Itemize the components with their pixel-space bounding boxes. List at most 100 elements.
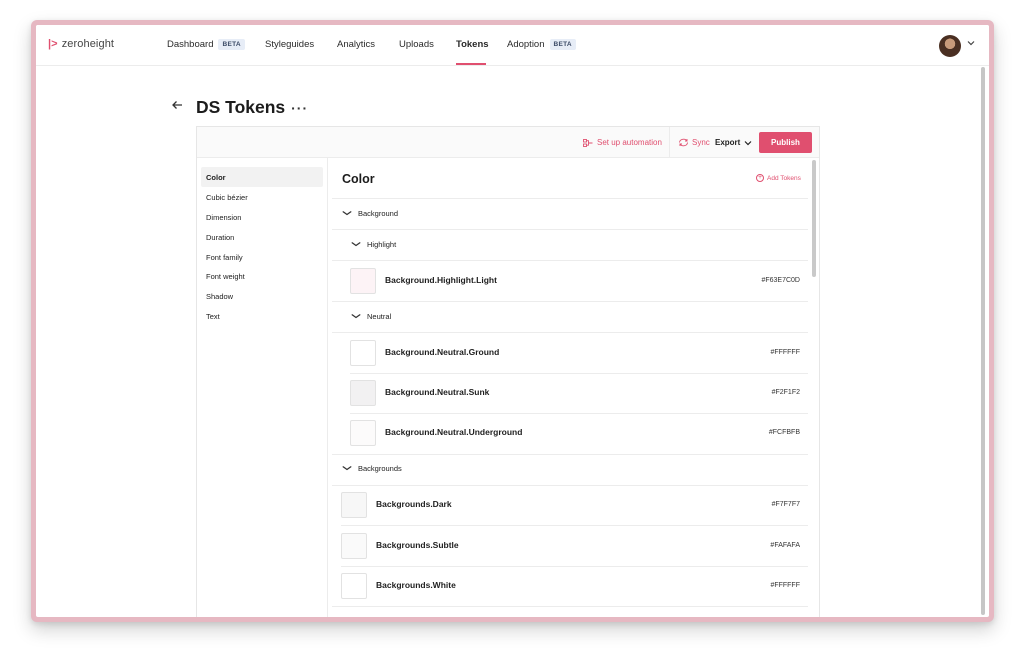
group-backgrounds[interactable]: Backgrounds — [341, 464, 402, 473]
token-type-sidebar: Color Cubic bézier Dimension Duration Fo… — [197, 158, 328, 617]
token-value: #F63E7C0D — [761, 277, 800, 284]
group-label: Background — [358, 209, 399, 218]
content-scrollbar[interactable] — [812, 160, 816, 277]
token-name: Background.Neutral.Underground — [385, 427, 523, 437]
sync-button[interactable]: Sync — [678, 138, 710, 147]
divider — [332, 301, 808, 302]
add-circle-icon: + — [756, 174, 764, 182]
nav-item-styleguides[interactable]: Styleguides — [265, 39, 314, 50]
nav-label: Styleguides — [265, 39, 315, 50]
group-label: Neutral — [367, 312, 392, 321]
token-value: #F7F7F7 — [771, 501, 800, 508]
beta-badge: BETA — [218, 39, 245, 50]
divider — [332, 198, 808, 199]
group-background[interactable]: Background — [341, 209, 399, 218]
back-arrow-icon[interactable] — [171, 99, 183, 114]
export-label: Export — [715, 138, 741, 147]
logo-mark-icon: |> — [48, 38, 58, 50]
nav-item-dashboard[interactable]: Dashboard BETA — [167, 39, 245, 50]
chevron-down-icon[interactable] — [967, 39, 975, 48]
color-tokens-content: Color + Add Tokens Background Highlight … — [328, 158, 819, 617]
color-swatch — [341, 492, 367, 518]
chevron-down-icon — [744, 140, 752, 145]
toolbar-divider — [669, 127, 670, 158]
avatar[interactable] — [939, 35, 961, 57]
token-value: #FAFAFA — [770, 542, 800, 549]
divider — [332, 229, 808, 230]
color-swatch — [341, 533, 367, 559]
sync-label: Sync — [692, 138, 710, 147]
token-name: Background.Neutral.Sunk — [385, 387, 490, 397]
sidebar-item-shadow[interactable]: Shadow — [201, 286, 323, 306]
group-label: Highlight — [367, 240, 397, 249]
color-swatch — [341, 573, 367, 599]
divider — [332, 606, 808, 607]
token-value: #FCFBFB — [768, 429, 800, 436]
page-title-text: DS Tokens — [196, 97, 286, 117]
sidebar-item-dimension[interactable]: Dimension — [201, 207, 323, 227]
export-dropdown[interactable]: Export — [715, 138, 752, 147]
token-name: Backgrounds.Dark — [376, 499, 452, 509]
divider — [332, 454, 808, 455]
sidebar-item-text[interactable]: Text — [201, 306, 323, 326]
top-nav: |> zeroheight Dashboard BETA Styleguides… — [36, 25, 989, 66]
window-scrollbar[interactable] — [981, 67, 985, 615]
token-row[interactable]: Background.Neutral.Underground #FCFBFB — [350, 413, 805, 453]
token-value: #F2F1F2 — [771, 389, 800, 396]
chevron-down-icon — [341, 209, 352, 218]
color-swatch — [350, 380, 376, 406]
nav-label: Analytics — [337, 39, 376, 50]
sync-icon — [679, 138, 688, 147]
color-swatch — [350, 420, 376, 446]
token-row[interactable]: Background.Neutral.Ground #FFFFFF — [350, 333, 805, 373]
token-name: Background.Neutral.Ground — [385, 347, 500, 357]
automation-label: Set up automation — [597, 138, 662, 147]
logo[interactable]: |> zeroheight — [48, 38, 114, 50]
chevron-down-icon — [350, 240, 361, 249]
more-icon[interactable]: ··· — [291, 100, 308, 116]
token-row[interactable]: Backgrounds.Subtle #FAFAFA — [341, 526, 805, 566]
tokens-panel: Set up automation Sync Export Publish Co… — [196, 126, 820, 617]
group-highlight[interactable]: Highlight — [350, 240, 397, 249]
color-swatch — [350, 340, 376, 366]
token-name: Backgrounds.Subtle — [376, 540, 459, 550]
publish-button[interactable]: Publish — [759, 132, 812, 153]
color-swatch — [350, 268, 376, 294]
sidebar-item-font-weight[interactable]: Font weight — [201, 266, 323, 286]
token-name: Backgrounds.White — [376, 580, 456, 590]
sidebar-item-font-family[interactable]: Font family — [201, 247, 323, 267]
nav-item-adoption[interactable]: Adoption BETA — [507, 39, 576, 50]
nav-label: Adoption — [507, 39, 545, 50]
chevron-down-icon — [341, 464, 352, 473]
content-title: Color — [342, 172, 375, 186]
chevron-down-icon — [350, 312, 361, 321]
token-value: #FFFFFF — [770, 349, 800, 356]
add-tokens-label: Add Tokens — [767, 174, 801, 182]
token-row[interactable]: Background.Neutral.Sunk #F2F1F2 — [350, 373, 805, 413]
token-row[interactable]: Background.Highlight.Light #F63E7C0D — [350, 261, 805, 301]
token-row[interactable]: Backgrounds.Dark #F7F7F7 — [341, 485, 805, 525]
app-window: |> zeroheight Dashboard BETA Styleguides… — [36, 25, 989, 617]
beta-badge: BETA — [549, 39, 576, 50]
group-neutral[interactable]: Neutral — [350, 312, 392, 321]
nav-label: Tokens — [456, 39, 489, 50]
automation-icon — [583, 138, 593, 147]
nav-item-analytics[interactable]: Analytics — [337, 39, 375, 50]
sidebar-item-duration[interactable]: Duration — [201, 227, 323, 247]
token-name: Background.Highlight.Light — [385, 275, 497, 285]
nav-label: Dashboard — [167, 39, 214, 50]
logo-text: zeroheight — [61, 38, 115, 50]
panel-toolbar: Set up automation Sync Export Publish — [197, 127, 819, 158]
nav-item-uploads[interactable]: Uploads — [399, 39, 434, 50]
sidebar-item-cubic-bezier[interactable]: Cubic bézier — [201, 187, 323, 207]
nav-label: Uploads — [399, 39, 434, 50]
active-tab-indicator — [456, 63, 486, 65]
page-title: DS Tokens ··· — [196, 97, 308, 118]
add-tokens-button[interactable]: + Add Tokens — [756, 174, 801, 182]
token-value: #FFFFFF — [770, 582, 800, 589]
sidebar-item-color[interactable]: Color — [201, 167, 323, 187]
setup-automation-button[interactable]: Set up automation — [583, 138, 662, 147]
group-label: Backgrounds — [358, 464, 402, 473]
nav-item-tokens[interactable]: Tokens — [456, 39, 489, 50]
token-row[interactable]: Backgrounds.White #FFFFFF — [341, 566, 805, 606]
